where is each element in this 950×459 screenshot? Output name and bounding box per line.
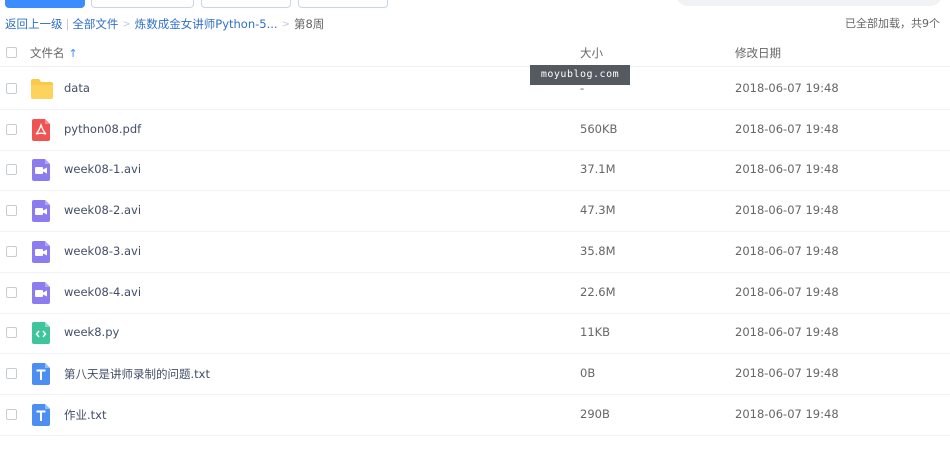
file-row[interactable]: week08-2.avi 47.3M 2018-06-07 19:48 [0, 191, 950, 233]
row-checkbox[interactable] [6, 367, 17, 379]
file-row[interactable]: week08-1.avi 37.1M 2018-06-07 19:48 [0, 150, 950, 192]
file-date: 2018-06-07 19:48 [735, 406, 839, 421]
file-size: 35.8M [580, 243, 616, 258]
text-file-icon[interactable] [30, 362, 52, 385]
row-checkbox[interactable] [6, 408, 17, 420]
file-date: 2018-06-07 19:48 [735, 203, 839, 218]
row-checkbox[interactable] [6, 164, 17, 176]
row-checkbox[interactable] [6, 123, 17, 135]
file-name[interactable]: 第八天是讲师录制的问题.txt [64, 366, 210, 382]
sort-up-arrow-icon[interactable]: ↑ [69, 47, 78, 60]
file-size: 11KB [580, 325, 611, 340]
load-status: 已全部加载，共9个 [845, 17, 940, 30]
video-file-icon[interactable] [30, 200, 52, 223]
file-size: 0B [580, 365, 596, 380]
file-row[interactable]: 作业.txt 290B 2018-06-07 19:48 [0, 395, 950, 436]
column-name[interactable]: 文件名 ↑ [30, 45, 78, 61]
breadcrumb-parent[interactable]: 炼数成金女讲师Python-5... [135, 16, 278, 32]
code-file-icon[interactable] [30, 322, 52, 345]
file-date: 2018-06-07 19:48 [735, 284, 839, 299]
row-checkbox[interactable] [6, 245, 17, 257]
row-checkbox[interactable] [6, 205, 17, 217]
file-name[interactable]: data [64, 81, 90, 95]
pdf-file-icon[interactable] [30, 118, 52, 141]
column-name-label: 文件名 [30, 46, 65, 60]
file-size: 47.3M [580, 203, 616, 218]
row-checkbox[interactable] [6, 286, 17, 298]
file-date: 2018-06-07 19:48 [735, 365, 839, 380]
file-size: 560KB [580, 121, 618, 136]
select-all-checkbox[interactable] [6, 47, 17, 58]
upload-button[interactable] [5, 0, 85, 8]
folder-icon[interactable] [30, 78, 53, 100]
column-date[interactable]: 修改日期 [735, 45, 781, 61]
file-name[interactable]: week08-2.avi [64, 203, 141, 217]
file-name[interactable]: week08-3.avi [64, 244, 141, 258]
file-list-header: 文件名 ↑ 大小 修改日期 [0, 40, 950, 67]
breadcrumb-current: 第8周 [293, 17, 325, 31]
file-size: 22.6M [580, 284, 616, 299]
file-name[interactable]: 作业.txt [64, 407, 106, 423]
file-name[interactable]: python08.pdf [64, 122, 141, 136]
column-size[interactable]: 大小 [580, 45, 603, 61]
breadcrumb-divider: | [65, 17, 70, 31]
file-date: 2018-06-07 19:48 [735, 162, 839, 177]
file-date: 2018-06-07 19:48 [735, 81, 839, 95]
row-checkbox[interactable] [6, 83, 17, 94]
back-link[interactable]: 返回上一级 [5, 16, 63, 32]
file-row[interactable]: week08-4.avi 22.6M 2018-06-07 19:48 [0, 273, 950, 314]
file-name[interactable]: week08-1.avi [64, 162, 141, 176]
file-date: 2018-06-07 19:48 [735, 325, 839, 340]
row-checkbox[interactable] [6, 327, 17, 339]
file-name[interactable]: week08-4.avi [64, 285, 141, 299]
text-file-icon[interactable] [30, 403, 52, 426]
file-size: 290B [580, 406, 610, 421]
search-input[interactable] [676, 0, 942, 6]
file-date: 2018-06-07 19:48 [735, 121, 839, 136]
file-row[interactable]: 第八天是讲师录制的问题.txt 0B 2018-06-07 19:48 [0, 354, 950, 395]
file-row[interactable]: week08-3.avi 35.8M 2018-06-07 19:48 [0, 232, 950, 273]
toolbar-button-4[interactable] [298, 0, 388, 8]
file-date: 2018-06-07 19:48 [735, 243, 839, 258]
file-row[interactable]: week8.py 11KB 2018-06-07 19:48 [0, 313, 950, 355]
file-row[interactable]: data -2018-06-07 19:48 [0, 69, 950, 110]
video-file-icon[interactable] [30, 240, 52, 263]
video-file-icon[interactable] [30, 281, 52, 304]
chevron-right-icon: > [281, 18, 290, 30]
toolbar-button-2[interactable] [91, 0, 194, 8]
breadcrumb-all-files[interactable]: 全部文件 [72, 16, 118, 32]
file-name[interactable]: week8.py [64, 325, 119, 339]
toolbar [0, 0, 950, 8]
chevron-right-icon: > [122, 18, 131, 30]
file-row[interactable]: python08.pdf 560KB 2018-06-07 19:48 [0, 110, 950, 151]
file-size: 37.1M [580, 162, 616, 177]
breadcrumb: 返回上一级 | 全部文件 > 炼数成金女讲师Python-5... > 第8周 [5, 15, 324, 33]
watermark: moyublog.com [530, 65, 630, 85]
video-file-icon[interactable] [30, 159, 52, 182]
toolbar-button-3[interactable] [201, 0, 291, 8]
